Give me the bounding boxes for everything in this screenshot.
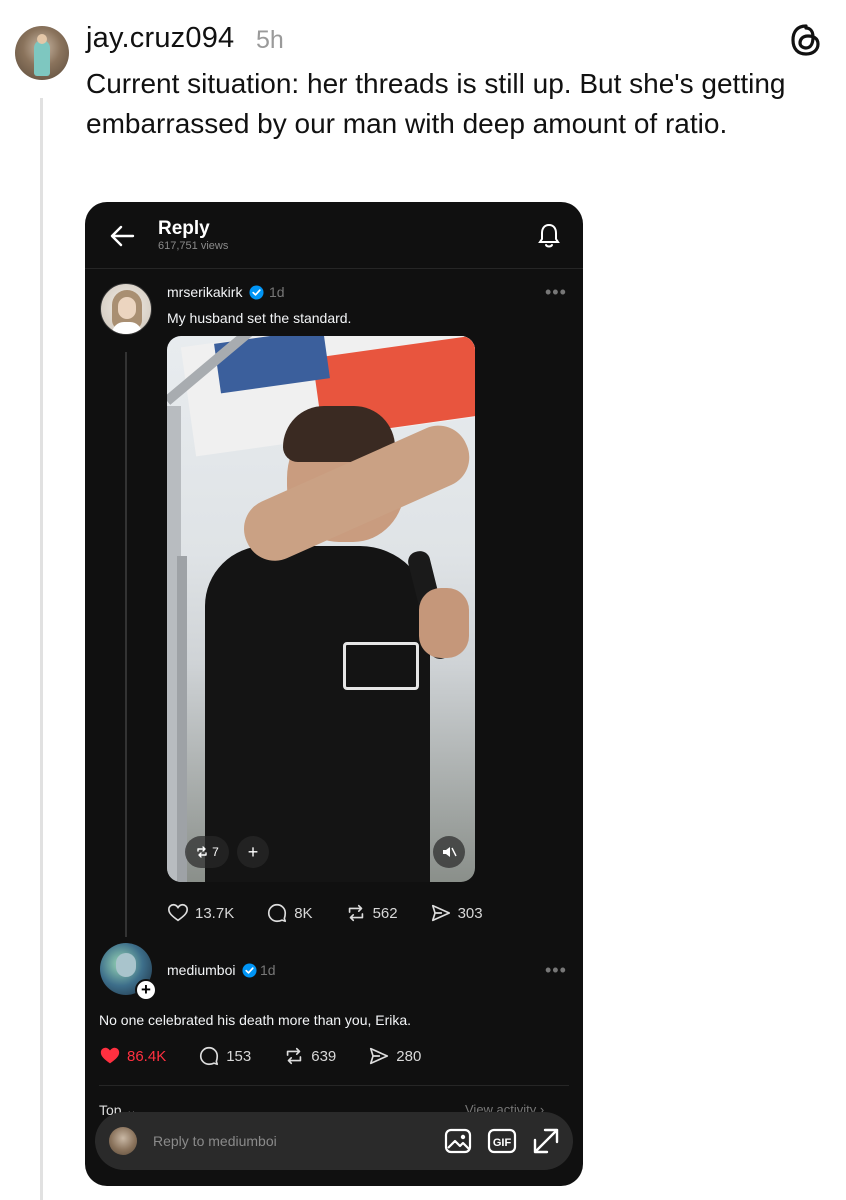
bell-icon[interactable] — [537, 222, 561, 250]
reply-author-name[interactable]: mediumboi — [167, 962, 257, 978]
original-author-username[interactable]: mrserikakirk — [167, 284, 242, 300]
view-count: 617,751 views — [158, 240, 229, 252]
heart-icon[interactable] — [167, 902, 189, 924]
avatar-shoulders — [112, 322, 142, 334]
header-divider — [85, 268, 583, 269]
image-icon[interactable] — [443, 1126, 473, 1156]
mute-button[interactable] — [433, 836, 465, 868]
like-count: 13.7K — [195, 904, 235, 922]
video-repost-label: 7 — [212, 845, 219, 859]
post-text: Current situation: her threads is still … — [86, 68, 786, 139]
share-count: 303 — [457, 904, 483, 922]
gif-icon[interactable]: GIF — [487, 1126, 517, 1156]
embedded-screenshot: Reply 617,751 views mrserikakirk 1d ••• … — [85, 202, 583, 1186]
video-repost-count[interactable]: 7 — [185, 836, 229, 868]
reply-text: No one celebrated his death more than yo… — [99, 1012, 412, 1028]
video-speaker-hand — [419, 588, 469, 658]
screen-title: Reply — [158, 218, 210, 239]
verified-badge-icon — [249, 285, 264, 300]
reply-divider — [99, 1085, 569, 1086]
share-icon[interactable] — [368, 1045, 390, 1067]
original-post-text: My husband set the standard. — [167, 310, 352, 326]
original-author-name[interactable]: mrserikakirk — [167, 284, 264, 300]
heart-filled-icon[interactable] — [99, 1045, 121, 1067]
comment-count: 8K — [294, 904, 313, 922]
reply-composer[interactable]: Reply to mediumboi GIF — [95, 1112, 573, 1170]
reply-time: 1d — [260, 962, 276, 978]
comment-icon[interactable] — [198, 1045, 220, 1067]
reply-share-count: 280 — [396, 1047, 422, 1065]
repost-icon[interactable] — [345, 902, 367, 924]
repost-count: 562 — [372, 904, 398, 922]
avatar-face — [118, 297, 136, 319]
verified-badge-icon — [242, 963, 257, 978]
composer-avatar — [109, 1127, 137, 1155]
avatar-head — [37, 34, 47, 44]
avatar-figure — [34, 40, 50, 76]
reply-repost-count: 639 — [311, 1047, 337, 1065]
repost-icon[interactable] — [283, 1045, 305, 1067]
comment-icon[interactable] — [266, 902, 288, 924]
more-options-icon[interactable]: ••• — [545, 960, 567, 981]
video-shirt-logo — [343, 642, 419, 690]
reply-thread-line — [125, 352, 127, 937]
video-add-button[interactable]: + — [237, 836, 269, 868]
reply-input[interactable]: Reply to mediumboi — [153, 1133, 277, 1149]
repost-icon — [197, 846, 207, 858]
share-icon[interactable] — [430, 902, 452, 924]
post-video[interactable]: 7 + — [167, 336, 475, 882]
video-speaker-shirt — [205, 546, 430, 882]
reply-like-count: 86.4K — [127, 1047, 167, 1065]
threads-logo-icon[interactable] — [788, 22, 824, 58]
svg-text:GIF: GIF — [493, 1137, 512, 1149]
reply-comment-count: 153 — [226, 1047, 252, 1065]
follow-plus-button[interactable]: + — [135, 979, 157, 1001]
original-author-avatar[interactable] — [100, 283, 152, 335]
speaker-muted-icon — [443, 847, 457, 857]
original-post-time: 1d — [269, 284, 285, 300]
reply-actions: 86.4K 153 639 280 — [99, 1045, 421, 1067]
more-options-icon[interactable]: ••• — [545, 282, 567, 303]
reply-author-username[interactable]: mediumboi — [167, 962, 235, 978]
back-arrow-icon[interactable] — [109, 224, 135, 248]
author-username[interactable]: jay.cruz094 — [86, 22, 234, 55]
author-avatar[interactable] — [15, 26, 69, 80]
avatar-head — [116, 953, 136, 977]
thread-line — [40, 98, 43, 1200]
post-time: 5h — [256, 26, 284, 54]
video-tent-pole — [177, 556, 187, 882]
original-post-actions: 13.7K 8K 562 303 — [167, 902, 483, 924]
expand-icon[interactable] — [531, 1126, 561, 1156]
